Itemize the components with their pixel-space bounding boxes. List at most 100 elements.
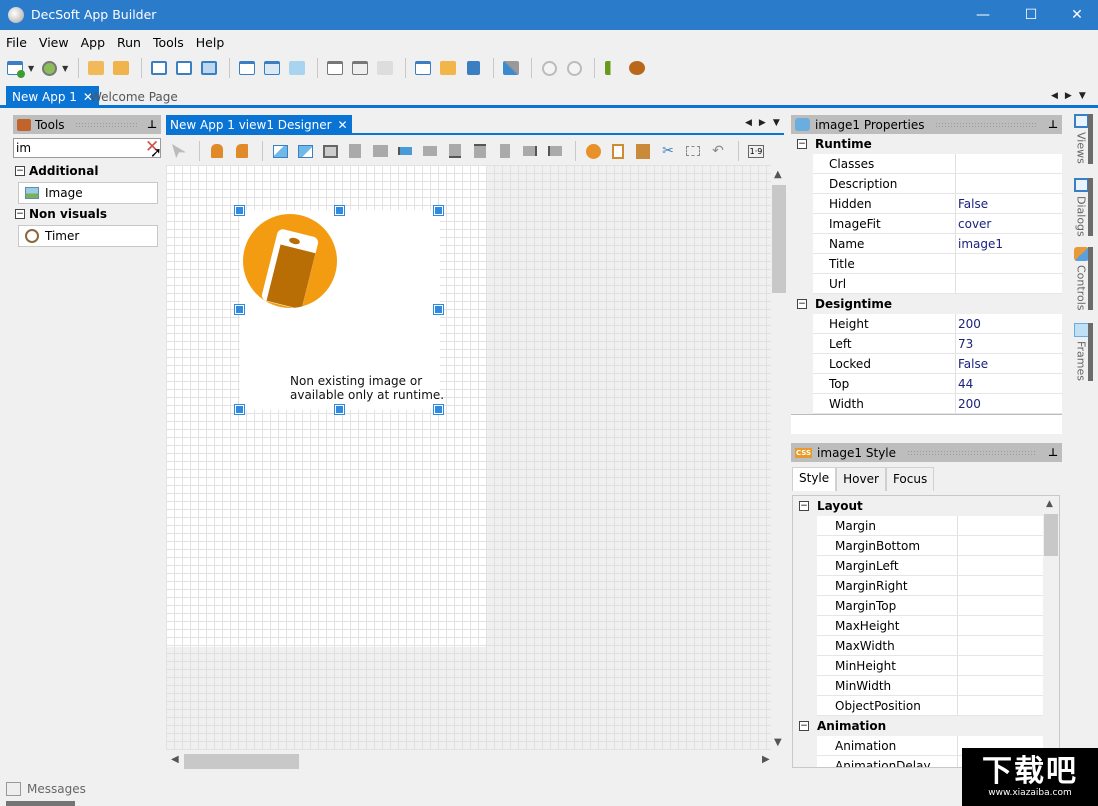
menu-tools[interactable]: Tools <box>147 33 190 53</box>
side-tab-views[interactable]: Views <box>1066 114 1096 164</box>
resize-handle-top-right[interactable] <box>433 205 444 216</box>
scroll-left-icon[interactable]: ◀ <box>171 754 179 765</box>
same-height-button[interactable] <box>344 141 366 161</box>
tool-item-timer[interactable]: Timer <box>18 225 158 247</box>
close-window-button[interactable]: ✕ <box>1054 0 1098 30</box>
property-value[interactable]: 200 <box>956 394 1062 413</box>
property-row[interactable]: Width 200 <box>813 394 1062 414</box>
open-recent-dropdown-icon[interactable]: ▼ <box>62 64 68 73</box>
tab-hover[interactable]: Hover <box>836 467 886 491</box>
tab-order-button[interactable]: 1·9 <box>745 141 767 161</box>
collapse-icon[interactable]: − <box>799 501 809 511</box>
open-button[interactable] <box>110 57 132 79</box>
remove-view-button[interactable] <box>324 57 346 79</box>
cut-button[interactable]: ✂ <box>657 141 679 161</box>
tools-search-input[interactable]: im <box>13 138 161 158</box>
property-value[interactable] <box>956 154 1062 173</box>
drag-grip[interactable] <box>935 121 1037 128</box>
category-runtime[interactable]: − Runtime <box>791 134 1062 154</box>
style-row[interactable]: MaxHeight <box>817 616 1043 636</box>
property-row[interactable]: Locked False <box>813 354 1062 374</box>
designer-scroll-right-icon[interactable]: ▶ <box>759 118 766 128</box>
style-row[interactable]: Margin <box>817 516 1043 536</box>
align-left-button[interactable] <box>394 141 416 161</box>
collapse-icon[interactable]: − <box>799 721 809 731</box>
drag-grip[interactable] <box>74 121 137 128</box>
property-row[interactable]: ImageFit cover <box>813 214 1062 234</box>
style-row[interactable]: MarginRight <box>817 576 1043 596</box>
style-scroll-thumb[interactable] <box>1044 514 1058 556</box>
menu-file[interactable]: File <box>0 33 33 53</box>
menu-app[interactable]: App <box>75 33 111 53</box>
style-vertical-scrollbar[interactable]: ▲ <box>1043 496 1059 767</box>
menu-view[interactable]: View <box>33 33 75 53</box>
scroll-right-icon[interactable]: ▶ <box>762 754 770 765</box>
pin-icon[interactable]: ⊥ <box>1048 118 1058 131</box>
property-value[interactable]: 73 <box>956 334 1062 353</box>
side-tab-frames[interactable]: Frames <box>1066 323 1096 381</box>
designer-scroll-left-icon[interactable]: ◀ <box>745 118 752 128</box>
new-frame-button[interactable] <box>286 57 308 79</box>
property-row[interactable]: Url <box>813 274 1062 294</box>
designer-vertical-scrollbar[interactable]: ▲ ▼ <box>771 165 787 750</box>
style-row[interactable]: ObjectPosition <box>817 696 1043 716</box>
style-row[interactable]: MarginBottom <box>817 536 1043 556</box>
tab-scroll-left-icon[interactable]: ◀ <box>1051 91 1058 101</box>
delete-button[interactable] <box>582 141 604 161</box>
property-value[interactable] <box>956 174 1062 193</box>
property-row[interactable]: Title <box>813 254 1062 274</box>
new-view-button[interactable] <box>236 57 258 79</box>
designer-list-dropdown-icon[interactable]: ▼ <box>773 118 780 128</box>
category-designtime[interactable]: − Designtime <box>791 294 1062 314</box>
property-value[interactable]: image1 <box>956 234 1062 253</box>
property-value[interactable]: False <box>956 354 1062 373</box>
style-scroll-up-icon[interactable]: ▲ <box>1046 499 1053 509</box>
paste-button[interactable] <box>632 141 654 161</box>
collapse-icon[interactable]: − <box>797 299 807 309</box>
resize-handle-top-left[interactable] <box>234 205 245 216</box>
remove-dialog-button[interactable] <box>349 57 371 79</box>
align-top-button[interactable] <box>469 141 491 161</box>
designer-horizontal-scrollbar[interactable]: ◀ ▶ <box>166 752 771 770</box>
align-left-edges-button[interactable] <box>544 141 566 161</box>
debug-button[interactable] <box>626 57 648 79</box>
new-app-button[interactable] <box>4 57 26 79</box>
style-row[interactable]: MinHeight <box>817 656 1043 676</box>
new-dialog-button[interactable] <box>261 57 283 79</box>
property-value[interactable]: 200 <box>956 314 1062 333</box>
remove-frame-button[interactable] <box>374 57 396 79</box>
style-category-layout[interactable]: − Layout <box>793 496 1043 516</box>
tab-focus[interactable]: Focus <box>885 467 935 491</box>
open-recent-button[interactable] <box>38 57 60 79</box>
tool-item-image[interactable]: Image <box>18 182 158 204</box>
horizontal-scroll-thumb[interactable] <box>184 754 299 769</box>
tools-group-non-visuals[interactable]: − Non visuals <box>15 205 160 223</box>
property-value[interactable] <box>956 274 1062 293</box>
property-value[interactable]: 44 <box>956 374 1062 393</box>
notes-button[interactable] <box>462 57 484 79</box>
style-row[interactable]: MaxWidth <box>817 636 1043 656</box>
pin-icon[interactable]: ⊥ <box>147 118 157 131</box>
scroll-down-icon[interactable]: ▼ <box>774 737 782 748</box>
side-tab-dialogs[interactable]: Dialogs <box>1066 178 1096 237</box>
collapse-icon[interactable]: − <box>797 139 807 149</box>
same-size-button[interactable] <box>319 141 341 161</box>
resize-handle-bottom[interactable] <box>334 404 345 415</box>
property-value[interactable]: False <box>956 194 1062 213</box>
run-button[interactable] <box>538 57 560 79</box>
maximize-button[interactable]: ☐ <box>1008 0 1054 30</box>
close-designer-tab-icon[interactable]: ✕ <box>338 118 348 132</box>
pin-icon[interactable]: ⊥ <box>1048 446 1058 459</box>
resize-handle-right[interactable] <box>433 304 444 315</box>
save-as-button[interactable] <box>173 57 195 79</box>
send-to-back-button[interactable] <box>294 141 316 161</box>
property-value[interactable]: cover <box>956 214 1062 233</box>
new-app-dropdown-icon[interactable]: ▼ <box>28 64 34 73</box>
tab-welcome-page[interactable]: Welcome Page <box>90 90 178 104</box>
center-horizontal-button[interactable] <box>419 141 441 161</box>
tab-scroll-right-icon[interactable]: ▶ <box>1065 91 1072 101</box>
resize-handle-top[interactable] <box>334 205 345 216</box>
build-button[interactable] <box>601 57 623 79</box>
center-vertical-button[interactable] <box>494 141 516 161</box>
property-row[interactable]: Left 73 <box>813 334 1062 354</box>
